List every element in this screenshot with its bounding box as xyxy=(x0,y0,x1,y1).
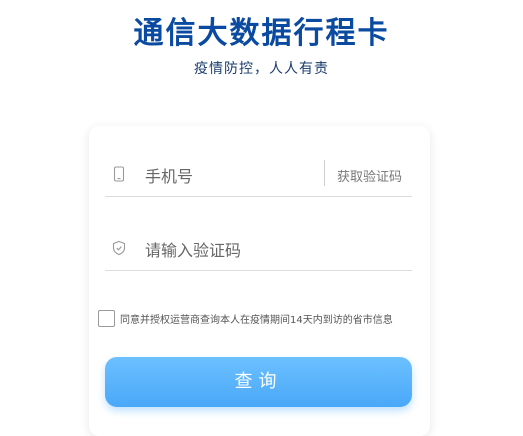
agreement-checkbox[interactable] xyxy=(98,310,115,327)
login-card: 手机号 获取验证码 请输入验证码 同意并授权运营商查询本人在疫情期间14天内到访… xyxy=(89,126,430,436)
page-title: 通信大数据行程卡 xyxy=(133,16,390,51)
phone-icon xyxy=(111,166,127,182)
agreement-text: 同意并授权运营商查询本人在疫情期间14天内到访的省市信息 xyxy=(120,315,393,326)
phone-placeholder: 手机号 xyxy=(145,167,194,186)
shield-icon xyxy=(111,240,127,256)
code-placeholder: 请输入验证码 xyxy=(145,241,242,260)
phone-input[interactable]: 手机号 获取验证码 xyxy=(105,152,412,197)
divider xyxy=(324,160,325,186)
page-subtitle: 疫情防控，人人有责 xyxy=(194,61,329,77)
query-button[interactable]: 查询 xyxy=(105,357,412,407)
agreement-row: 同意并授权运营商查询本人在疫情期间14天内到访的省市信息 xyxy=(98,310,428,330)
verification-code-input[interactable]: 请输入验证码 xyxy=(105,226,412,271)
get-code-button[interactable]: 获取验证码 xyxy=(337,166,402,185)
